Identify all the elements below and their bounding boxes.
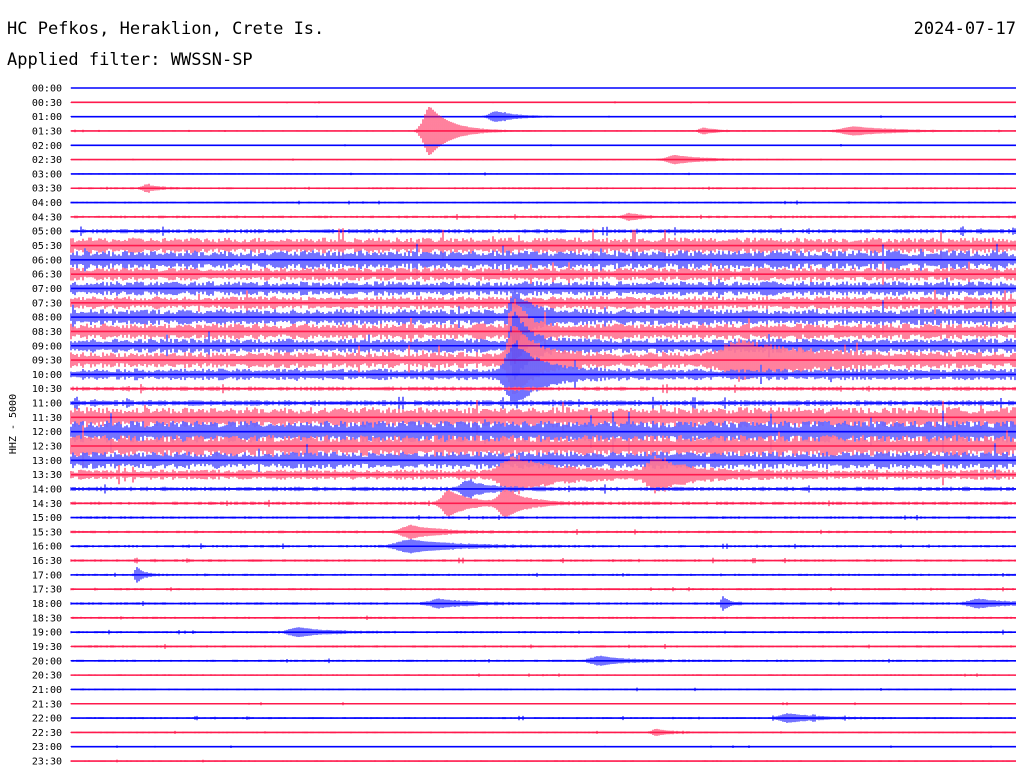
- row-time-label: 20:00: [32, 656, 62, 667]
- row-time-label: 16:30: [32, 556, 62, 567]
- row-time-label: 15:00: [32, 513, 62, 524]
- row-time-label: 08:00: [32, 313, 62, 324]
- row-time-label: 07:30: [32, 298, 62, 309]
- row-time-label: 13:30: [32, 470, 62, 481]
- row-time-label: 08:30: [32, 327, 62, 338]
- row-time-label: 17:00: [32, 570, 62, 581]
- row-time-label: 09:00: [32, 341, 62, 352]
- row-time-label: 21:00: [32, 685, 62, 696]
- row-time-label: 17:30: [32, 585, 62, 596]
- row-time-label: 04:00: [32, 198, 62, 209]
- row-time-label: 19:30: [32, 642, 62, 653]
- row-time-label: 00:30: [32, 98, 62, 109]
- row-time-label: 15:30: [32, 527, 62, 538]
- row-time-label: 14:00: [32, 484, 62, 495]
- row-time-label: 19:00: [32, 628, 62, 639]
- row-time-label: 06:30: [32, 270, 62, 281]
- row-time-label: 07:00: [32, 284, 62, 295]
- row-time-label: 05:30: [32, 241, 62, 252]
- trace-rows: 00:00 00:30 01:00 01:30 02:00 02:30 03:00 03:30…: [32, 84, 1016, 768]
- row-time-label: 22:30: [32, 728, 62, 739]
- row-time-label: 16:00: [32, 542, 62, 553]
- row-time-label: 10:30: [32, 384, 62, 395]
- row-time-label: 22:00: [32, 714, 62, 725]
- row-time-label: 01:00: [32, 112, 62, 123]
- row-time-label: 11:30: [32, 413, 62, 424]
- row-time-label: 04:30: [32, 212, 62, 223]
- row-time-label: 12:30: [32, 442, 62, 453]
- row-time-label: 03:00: [32, 169, 62, 180]
- row-time-label: 18:30: [32, 613, 62, 624]
- row-time-label: 00:00: [32, 84, 62, 95]
- row-time-label: 10:00: [32, 370, 62, 381]
- y-axis-label: HHZ - 5000: [8, 394, 19, 454]
- row-time-label: 21:30: [32, 699, 62, 710]
- row-time-label: 23:00: [32, 742, 62, 753]
- row-time-label: 09:30: [32, 356, 62, 367]
- row-time-label: 20:30: [32, 671, 62, 682]
- row-time-label: 18:00: [32, 599, 62, 610]
- row-time-label: 03:30: [32, 184, 62, 195]
- row-time-label: 23:30: [32, 757, 62, 768]
- row-time-label: 01:30: [32, 126, 62, 137]
- row-time-label: 05:00: [32, 227, 62, 238]
- row-time-label: 02:30: [32, 155, 62, 166]
- seismogram-plot: HHZ - 5000 00:00 00:30 01:00 01:30 02:00 02:3…: [8, 84, 1016, 768]
- row-time-label: 06:00: [32, 255, 62, 266]
- row-time-label: 11:00: [32, 399, 62, 410]
- row-time-label: 12:00: [32, 427, 62, 438]
- row-time-label: 02:00: [32, 141, 62, 152]
- row-time-label: 13:00: [32, 456, 62, 467]
- row-time-label: 14:30: [32, 499, 62, 510]
